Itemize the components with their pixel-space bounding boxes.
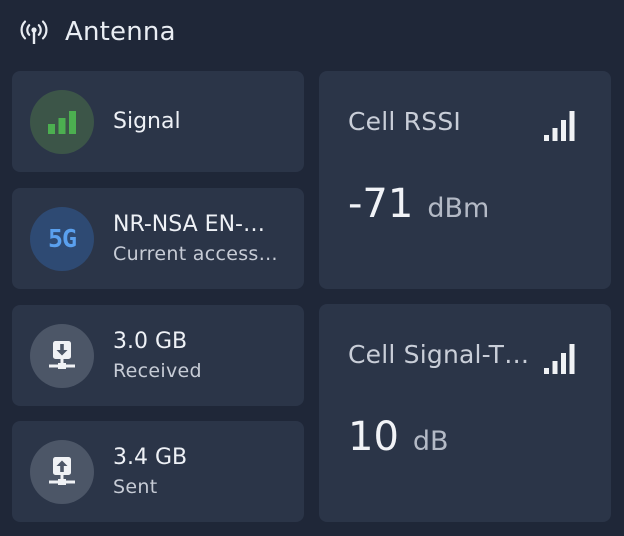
- antenna-icon: [20, 20, 48, 44]
- cell-rssi-label: Cell RSSI: [348, 107, 461, 136]
- signal-label: Signal: [113, 109, 181, 134]
- access-value: NR-NSA EN-…: [113, 212, 265, 237]
- access-badge: 5G: [30, 206, 94, 271]
- access-text: NR-NSA EN-… Current access…: [113, 212, 298, 265]
- received-label: Received: [113, 360, 202, 382]
- received-value: 3.0 GB: [113, 329, 188, 354]
- cell-snr-reading: 10 dB: [348, 414, 449, 460]
- cell-snr-label: Cell Signal-T…: [348, 340, 530, 369]
- sent-badge: [30, 439, 94, 504]
- section-header: Antenna: [20, 14, 176, 50]
- cell-rssi-card[interactable]: Cell RSSI -71 dBm: [319, 71, 611, 289]
- 5g-icon: 5G: [47, 224, 77, 253]
- signal-badge: [30, 89, 94, 154]
- cell-rssi-value: -71: [348, 181, 414, 227]
- sent-text: 3.4 GB Sent: [113, 445, 187, 498]
- signal-bars-icon: [48, 110, 76, 134]
- cell-snr-unit: dB: [412, 426, 449, 457]
- signal-strength-icon: [544, 111, 575, 141]
- download-network-icon: [49, 340, 75, 369]
- signal-text: Signal: [113, 109, 181, 134]
- cell-snr-value: 10: [348, 414, 399, 460]
- sent-value: 3.4 GB: [113, 445, 188, 470]
- sent-tile[interactable]: 3.4 GB Sent: [12, 421, 304, 522]
- cell-rssi-unit: dBm: [427, 193, 490, 224]
- cell-signal-to-noise-card[interactable]: Cell Signal-T… 10 dB: [319, 304, 611, 522]
- received-text: 3.0 GB Received: [113, 329, 202, 382]
- received-tile[interactable]: 3.0 GB Received: [12, 305, 304, 406]
- upload-network-icon: [49, 456, 75, 485]
- received-badge: [30, 323, 94, 388]
- sent-label: Sent: [113, 476, 158, 498]
- access-technology-tile[interactable]: 5G NR-NSA EN-… Current access…: [12, 188, 304, 289]
- page-title: Antenna: [65, 17, 176, 47]
- signal-strength-icon: [544, 344, 575, 374]
- signal-tile[interactable]: Signal: [12, 71, 304, 172]
- access-label: Current access…: [113, 243, 278, 265]
- cell-rssi-reading: -71 dBm: [348, 181, 489, 227]
